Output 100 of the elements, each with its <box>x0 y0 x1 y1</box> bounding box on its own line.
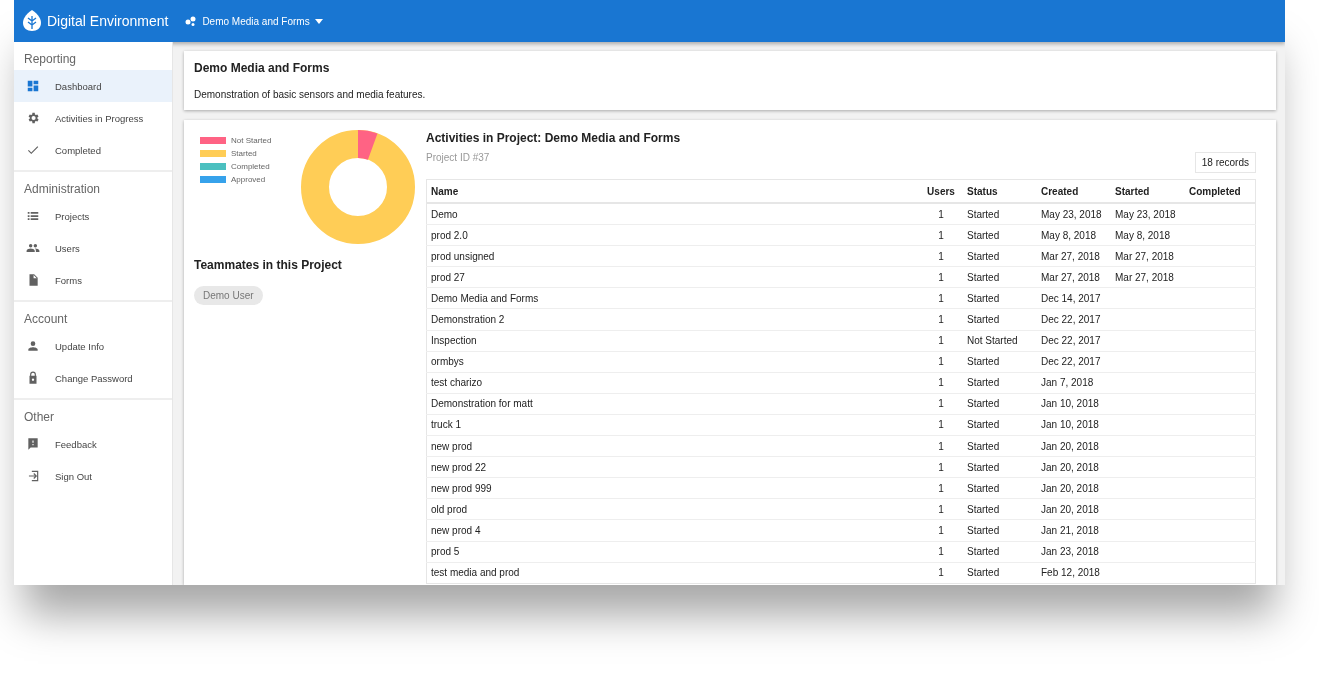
table-cell: Demo <box>431 208 458 220</box>
sidebar-item[interactable]: Completed <box>14 134 172 166</box>
table-cell: truck 1 <box>431 419 461 431</box>
section-heading: Account <box>23 311 69 328</box>
table-cell: 1 <box>938 440 944 452</box>
column-header[interactable]: Started <box>1111 179 1185 203</box>
column-header[interactable]: Completed <box>1185 179 1256 203</box>
table-cell: 1 <box>938 377 944 389</box>
table-cell: Started <box>967 419 1000 431</box>
table-cell: Dec 22, 2017 <box>1041 335 1101 347</box>
table-cell: Demonstration 2 <box>431 314 505 325</box>
section-heading: Reporting <box>23 51 78 68</box>
table-cell: 1 <box>938 482 944 494</box>
table-cell: Started <box>967 356 1000 368</box>
table-cell: Started <box>967 503 1000 515</box>
teammate-chip[interactable]: Demo User <box>194 286 263 305</box>
table-cell: Demo Media and Forms <box>431 292 539 304</box>
caret-icon <box>314 18 323 24</box>
table-cell: Jan 21, 2018 <box>1041 524 1099 536</box>
sidebar-item[interactable]: Feedback <box>14 428 172 460</box>
table-cell: new prod 999 <box>431 482 492 494</box>
table-cell: 1 <box>938 503 944 515</box>
sidebar-item[interactable]: Change Password <box>14 362 172 394</box>
leaf-logo-icon <box>23 10 41 32</box>
table-cell: Inspection <box>431 335 477 347</box>
table-cell: Started <box>967 208 1000 220</box>
table-cell: prod 5 <box>431 546 460 558</box>
project-dropdown[interactable]: Demo Media and Forms <box>185 15 323 27</box>
table-cell: Started <box>967 398 1000 410</box>
feedback-icon <box>26 437 40 451</box>
table-cell: Started <box>967 271 1000 283</box>
table-cell: Mar 27, 2018 <box>1041 250 1100 262</box>
table-cell: new prod 22 <box>431 461 487 473</box>
legend-label: Not Started <box>231 136 272 145</box>
table-cell: 1 <box>938 398 944 410</box>
gear-icon <box>26 111 40 125</box>
table-cell: Jan 7, 2018 <box>1041 377 1094 389</box>
legend-label: Completed <box>231 162 270 171</box>
table-cell: Jan 20, 2018 <box>1041 461 1099 473</box>
table-cell: Jan 23, 2018 <box>1041 546 1099 558</box>
column-header[interactable]: Users <box>919 179 963 203</box>
table-cell: May 23, 2018 <box>1115 208 1176 220</box>
table-cell: 1 <box>938 208 944 220</box>
table-cell: Dec 14, 2017 <box>1041 292 1101 304</box>
column-header[interactable]: Name <box>426 179 919 203</box>
table-cell: prod 2.0 <box>431 229 468 241</box>
table-cell: Started <box>967 440 1000 452</box>
table-cell: new prod 4 <box>431 524 481 536</box>
table-cell: 1 <box>938 335 944 347</box>
table-cell: new prod <box>431 440 473 452</box>
checkmark-icon <box>26 143 40 157</box>
table-cell: test charizo <box>431 377 483 389</box>
sidebar-item[interactable]: Forms <box>14 264 172 296</box>
table-cell: Jan 20, 2018 <box>1041 503 1099 515</box>
table-cell: Started <box>967 229 1000 241</box>
people-icon <box>26 241 40 255</box>
column-header[interactable]: Created <box>1037 179 1111 203</box>
table-cell: Started <box>967 482 1000 494</box>
sidebar-item[interactable]: Dashboard <box>14 70 172 102</box>
legend-label: Started <box>231 149 257 158</box>
sidebar-item[interactable]: Activities in Progress <box>14 102 172 134</box>
table-cell: prod 27 <box>431 271 465 283</box>
table-cell: Mar 27, 2018 <box>1041 271 1100 283</box>
sidebar-item[interactable]: Sign Out <box>14 460 172 492</box>
section-heading: Administration <box>23 181 102 198</box>
table-cell: Started <box>967 292 1000 304</box>
table-cell: May 8, 2018 <box>1115 229 1171 241</box>
table-cell: 1 <box>938 292 944 304</box>
table-cell: 1 <box>938 461 944 473</box>
table-cell: Mar 27, 2018 <box>1115 271 1174 283</box>
sidebar-item[interactable]: Users <box>14 232 172 264</box>
sidebar-item[interactable]: Update Info <box>14 330 172 362</box>
table-cell: Started <box>967 524 1000 536</box>
table-cell: 1 <box>938 271 944 283</box>
app-title: Digital Environment <box>47 13 169 29</box>
table-cell: Jan 10, 2018 <box>1041 398 1099 410</box>
dots-icon <box>185 16 198 26</box>
table-cell: Started <box>967 461 1000 473</box>
table-cell: test media and prod <box>431 567 520 579</box>
project-description: Demonstration of basic sensors and media features. <box>194 89 427 100</box>
column-header[interactable]: Status <box>963 179 1037 203</box>
table-cell: 1 <box>938 524 944 536</box>
person-icon <box>26 339 40 353</box>
dashboard-icon <box>26 79 40 93</box>
table-cell: old prod <box>431 503 468 515</box>
legend-label: Approved <box>231 175 266 184</box>
table-cell: Not Started <box>967 335 1018 347</box>
records-count: 18 records <box>1194 152 1256 173</box>
table-cell: Started <box>967 377 1000 389</box>
table-cell: 1 <box>938 229 944 241</box>
table-cell: Started <box>967 567 1000 579</box>
section-heading: Other <box>23 409 55 426</box>
teammates-heading: Teammates in this Project <box>194 258 343 272</box>
sign-out-icon <box>26 469 40 483</box>
table-cell: Jan 20, 2018 <box>1041 482 1099 494</box>
table-cell: Jan 20, 2018 <box>1041 440 1099 452</box>
activities-heading: Activities in Project: Demo Media and Forms <box>426 131 682 145</box>
sidebar-item[interactable]: Projects <box>14 200 172 232</box>
table-cell: May 23, 2018 <box>1041 208 1102 220</box>
table-cell: Mar 27, 2018 <box>1115 250 1174 262</box>
